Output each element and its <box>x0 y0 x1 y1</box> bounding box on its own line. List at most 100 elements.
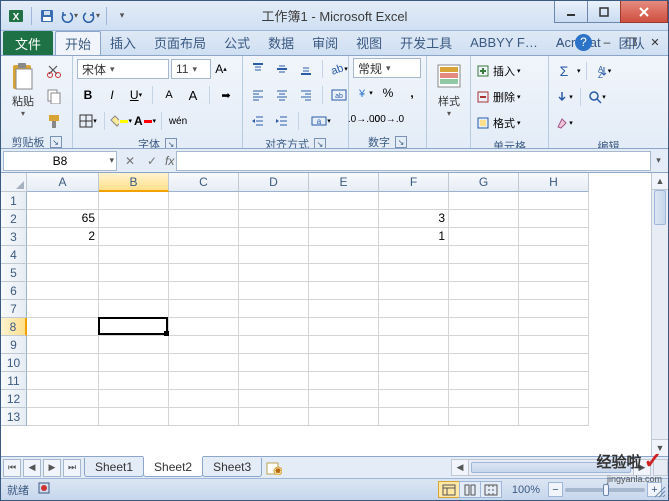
cell[interactable]: 1 <box>379 228 449 246</box>
ribbon-tab-4[interactable]: 数据 <box>259 31 303 53</box>
cell[interactable] <box>449 282 519 300</box>
format-painter-icon[interactable] <box>43 110 65 132</box>
cell[interactable] <box>27 390 99 408</box>
cell[interactable] <box>169 408 239 426</box>
sheet-nav-2[interactable]: ▶ <box>43 459 61 477</box>
ribbon-tab-5[interactable]: 审阅 <box>303 31 347 53</box>
cell[interactable] <box>309 408 379 426</box>
font-color-icon[interactable]: A▾ <box>134 110 156 132</box>
increase-font-icon[interactable]: A▴ <box>213 58 229 80</box>
cell[interactable] <box>449 354 519 372</box>
insert-cells-icon[interactable] <box>475 60 491 82</box>
cell[interactable] <box>169 336 239 354</box>
cell[interactable] <box>519 300 589 318</box>
wrap-text-icon[interactable]: ab <box>328 84 350 106</box>
cell[interactable] <box>379 246 449 264</box>
cut-icon[interactable] <box>43 60 65 82</box>
format-cells-icon[interactable] <box>475 112 491 134</box>
align-left-icon[interactable] <box>247 84 269 106</box>
cell[interactable] <box>169 228 239 246</box>
cell[interactable] <box>239 228 309 246</box>
format-label[interactable]: 格式 <box>493 115 515 131</box>
cell[interactable] <box>169 246 239 264</box>
cell[interactable] <box>239 246 309 264</box>
cell[interactable] <box>169 372 239 390</box>
sheet-tab[interactable]: Sheet2 <box>143 456 203 477</box>
cell[interactable] <box>379 372 449 390</box>
cell[interactable] <box>27 264 99 282</box>
cell[interactable] <box>379 300 449 318</box>
column-header[interactable]: G <box>449 173 519 192</box>
cell[interactable] <box>449 318 519 336</box>
select-all-corner[interactable] <box>1 173 27 192</box>
clear-icon[interactable]: ▾ <box>553 112 575 134</box>
cell[interactable] <box>449 192 519 210</box>
row-header[interactable]: 6 <box>1 282 27 300</box>
cell[interactable] <box>309 246 379 264</box>
underline-button[interactable]: U▾ <box>125 84 147 106</box>
cell[interactable] <box>519 264 589 282</box>
mdi-close-icon[interactable]: ✕ <box>646 33 664 51</box>
vertical-scrollbar[interactable]: ▲ ▼ <box>651 173 668 456</box>
number-launcher-icon[interactable]: ↘ <box>395 136 407 148</box>
sheet-tab[interactable]: Sheet3 <box>202 458 262 477</box>
cell[interactable] <box>169 264 239 282</box>
cell[interactable] <box>309 192 379 210</box>
cell[interactable] <box>239 408 309 426</box>
redo-icon[interactable]: ▾ <box>82 7 100 25</box>
cell[interactable] <box>309 336 379 354</box>
cell[interactable] <box>99 192 169 210</box>
cell[interactable] <box>449 336 519 354</box>
cell[interactable] <box>379 354 449 372</box>
cell[interactable] <box>309 372 379 390</box>
name-box[interactable]: B8▾ <box>3 151 117 171</box>
cell[interactable] <box>449 210 519 228</box>
cell[interactable] <box>99 390 169 408</box>
help-icon[interactable]: ? <box>575 34 592 51</box>
app-icon[interactable]: X <box>7 7 25 25</box>
column-header[interactable]: A <box>27 173 99 192</box>
cell[interactable] <box>449 300 519 318</box>
delete-cells-icon[interactable] <box>475 86 491 108</box>
cell[interactable] <box>169 390 239 408</box>
font-name-combo[interactable]: 宋体▾ <box>77 59 169 79</box>
cell[interactable] <box>519 246 589 264</box>
row-header[interactable]: 11 <box>1 372 27 390</box>
accounting-icon[interactable]: ¥▾ <box>353 82 375 104</box>
cell[interactable]: 3 <box>379 210 449 228</box>
cell[interactable] <box>27 192 99 210</box>
cell[interactable] <box>99 318 169 336</box>
cell[interactable] <box>27 300 99 318</box>
cell[interactable] <box>519 390 589 408</box>
delete-label[interactable]: 删除 <box>493 89 515 105</box>
column-header[interactable]: H <box>519 173 589 192</box>
fill-color-icon[interactable]: ▾ <box>110 110 132 132</box>
cell[interactable] <box>99 354 169 372</box>
row-header[interactable]: 1 <box>1 192 27 210</box>
zoom-value[interactable]: 100% <box>512 484 540 496</box>
merge-center-icon[interactable]: a▾ <box>304 110 338 132</box>
row-header[interactable]: 7 <box>1 300 27 318</box>
styles-button[interactable]: 样式 ▾ <box>431 58 467 120</box>
cell[interactable] <box>449 228 519 246</box>
mdi-minimize-icon[interactable]: – <box>598 33 616 51</box>
save-icon[interactable] <box>38 7 56 25</box>
font-size-combo[interactable]: 11▾ <box>171 59 211 79</box>
column-header[interactable]: D <box>239 173 309 192</box>
cell[interactable] <box>309 300 379 318</box>
cell[interactable] <box>449 372 519 390</box>
orientation-icon[interactable]: ab▾ <box>328 58 350 80</box>
cell[interactable] <box>309 228 379 246</box>
row-header[interactable]: 3 <box>1 228 27 246</box>
cell-grid[interactable]: 65321 <box>27 192 651 456</box>
scroll-thumb[interactable] <box>654 190 666 225</box>
resize-grip-icon[interactable] <box>652 484 666 498</box>
cell[interactable] <box>519 210 589 228</box>
find-select-icon[interactable]: ▾ <box>586 86 608 108</box>
expand-formula-icon[interactable]: ▾ <box>651 151 666 171</box>
insert-label[interactable]: 插入 <box>493 63 515 79</box>
fx-icon[interactable]: fx <box>165 154 174 168</box>
cell[interactable] <box>239 336 309 354</box>
sheet-nav-1[interactable]: ◀ <box>23 459 41 477</box>
sheet-tab[interactable]: Sheet1 <box>84 458 144 477</box>
